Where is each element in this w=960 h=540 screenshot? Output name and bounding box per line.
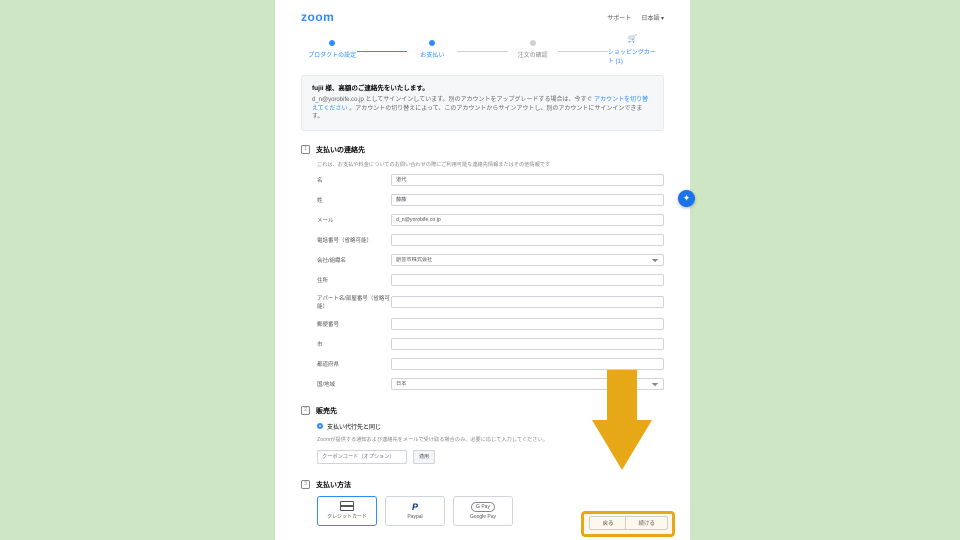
lastname-input[interactable] xyxy=(391,174,664,186)
step-label-3: 注文の確認 xyxy=(518,50,548,59)
chat-icon: ✦ xyxy=(683,193,691,204)
notice-prefix: d_n@yorobife.co.jp としてサインインしています。別のアカウント… xyxy=(312,97,593,103)
section-number-1: 1 xyxy=(301,145,310,154)
country-label: 国/地域 xyxy=(317,380,391,388)
credit-card-icon xyxy=(340,501,354,511)
company-select[interactable]: 創芸市株式会社 xyxy=(391,254,664,266)
notice-suffix: 。アカウントの切り替えによって、このアカウントからサインアウトし、別のアカウント… xyxy=(312,106,642,120)
language-selector[interactable]: 日本語 ▾ xyxy=(641,13,664,22)
section-title-1: 支払いの連絡先 xyxy=(316,145,365,155)
firstname-label: 姓 xyxy=(317,196,391,204)
gpay-icon: G Pay xyxy=(471,502,495,512)
state-label: 都道府県 xyxy=(317,360,391,368)
state-input[interactable] xyxy=(391,358,664,370)
section-title-3: 支払い方法 xyxy=(316,480,351,490)
checkout-stepper: プロダクトの設定 お支払い 注文の確認 🛒 ショッピングカート (1) xyxy=(307,34,658,65)
help-fab[interactable]: ✦ xyxy=(678,190,695,207)
paypal-icon: P xyxy=(412,502,418,512)
back-button[interactable]: 戻る xyxy=(589,516,626,530)
phone-label: 電話番号（省略可能） xyxy=(317,236,391,244)
email-input[interactable] xyxy=(391,214,664,226)
step-label-2: お支払い xyxy=(420,50,444,59)
city-input[interactable] xyxy=(391,338,664,350)
apt-label: アパート名/部屋番号（省略可能） xyxy=(317,294,391,310)
step-dot-3 xyxy=(530,40,536,46)
step-dot-2 xyxy=(429,40,435,46)
zoom-logo: zoom xyxy=(301,10,334,24)
country-select[interactable]: 日本 xyxy=(391,378,664,390)
payment-card-paypal[interactable]: P Paypal xyxy=(385,496,445,526)
payment-card-credit[interactable]: クレジットカード xyxy=(317,496,377,526)
footer-buttons: 戻る 続ける xyxy=(589,516,668,530)
section-number-2: 2 xyxy=(301,406,310,415)
section-title-2: 販売先 xyxy=(316,406,337,416)
apt-input[interactable] xyxy=(391,296,664,308)
notice-body: d_n@yorobife.co.jp としてサインインしています。別のアカウント… xyxy=(312,96,653,121)
coupon-input[interactable] xyxy=(317,450,407,464)
zip-input[interactable] xyxy=(391,318,664,330)
next-button[interactable]: 続ける xyxy=(626,516,668,530)
city-label: 市 xyxy=(317,340,391,348)
account-notice: fujii 様、高額のご連絡先をいたします。 d_n@yorobife.co.j… xyxy=(301,75,664,131)
company-label: 会社/組織名 xyxy=(317,256,391,264)
section-sub-1: これは、お支払や料金についてのお問い合わせの際にご利用可能な連絡先情報またはその… xyxy=(317,161,664,168)
address-label: 住所 xyxy=(317,276,391,284)
top-links: サポート 日本語 ▾ xyxy=(607,13,664,22)
cart-label[interactable]: ショッピングカート (1) xyxy=(608,47,658,65)
gpay-label: Google Pay xyxy=(470,514,496,520)
phone-input[interactable] xyxy=(391,234,664,246)
same-as-billing-label: 支払い代行先と同じ xyxy=(327,422,381,431)
section-number-3: 3 xyxy=(301,480,310,489)
apply-coupon-button[interactable]: 適用 xyxy=(413,450,435,464)
notice-heading: fujii 様、高額のご連絡先をいたします。 xyxy=(312,85,429,92)
checkout-page: zoom サポート 日本語 ▾ プロダクトの設定 お支払い 注文の確認 🛒 ショ… xyxy=(275,0,690,540)
cart-icon[interactable]: 🛒 xyxy=(628,34,638,43)
address-input[interactable] xyxy=(391,274,664,286)
same-as-billing-radio[interactable] xyxy=(317,423,323,429)
payment-card-gpay[interactable]: G Pay Google Pay xyxy=(453,496,513,526)
firstname-input[interactable] xyxy=(391,194,664,206)
credit-card-label: クレジットカード xyxy=(327,513,367,520)
zip-label: 郵便番号 xyxy=(317,320,391,328)
lastname-label: 名 xyxy=(317,176,391,184)
sold-to-note: Zoomが提供する通知および連絡先をメールで受け取る場合のみ、必要に応じて入力し… xyxy=(317,437,664,444)
paypal-label: Paypal xyxy=(407,514,422,520)
step-dot-1 xyxy=(329,40,335,46)
email-label: メール xyxy=(317,216,391,224)
section-sold-to: 2 販売先 支払い代行先と同じ Zoomが提供する通知および連絡先をメールで受け… xyxy=(301,406,664,464)
section-billing-contact: 1 支払いの連絡先 これは、お支払や料金についてのお問い合わせの際にご利用可能な… xyxy=(301,145,664,390)
step-label-1: プロダクトの設定 xyxy=(308,50,356,59)
topbar: zoom サポート 日本語 ▾ xyxy=(301,10,664,24)
support-link[interactable]: サポート xyxy=(607,13,631,22)
